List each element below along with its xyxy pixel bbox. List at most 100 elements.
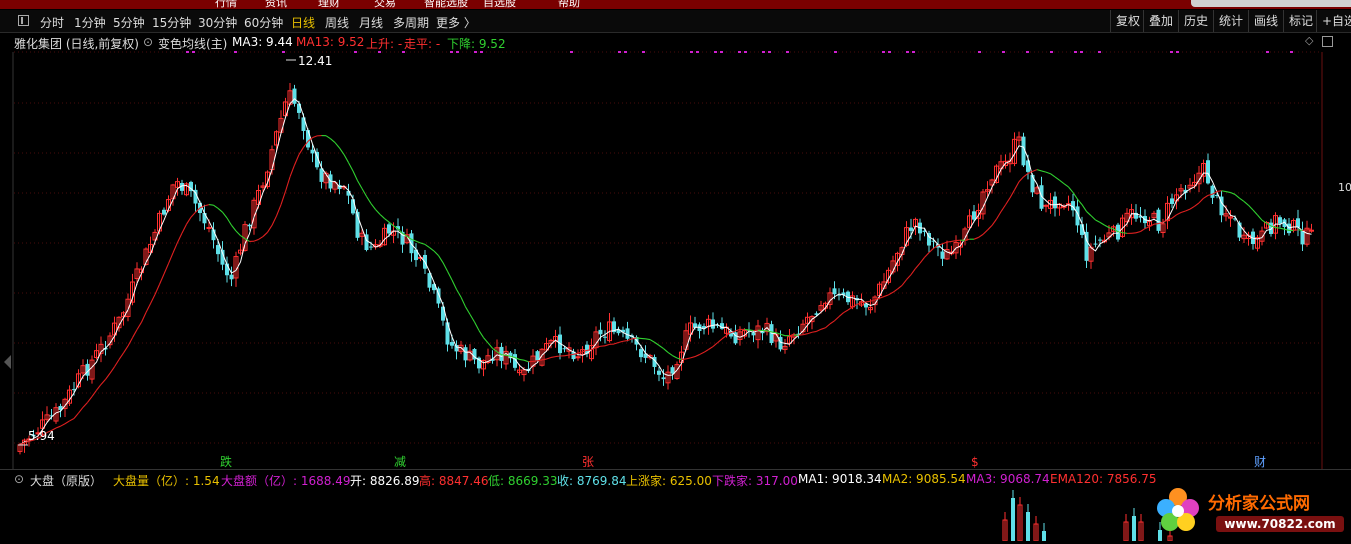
ma13-segment — [74, 413, 79, 418]
ma13-segment — [673, 356, 678, 358]
ma13-segment — [1096, 220, 1101, 222]
event-marker[interactable]: 跌 — [220, 454, 232, 469]
index-ema120: EMA120: 7856.75 — [1050, 472, 1157, 486]
ma13-segment — [790, 335, 795, 336]
collapse-icon[interactable]: ⊙ — [14, 472, 24, 486]
ma13-segment — [83, 402, 88, 407]
ma13-segment — [232, 225, 237, 231]
ma13-segment — [997, 212, 1002, 219]
ma13-segment — [290, 165, 295, 177]
signal-dot — [1290, 51, 1293, 53]
ma13-segment — [1226, 192, 1231, 193]
ma13-segment — [470, 314, 475, 322]
signal-dot — [282, 51, 285, 53]
ma13-segment — [646, 339, 651, 340]
high-price-label: 12.41 — [298, 54, 332, 68]
signal-dot — [1026, 51, 1029, 53]
candle-body — [297, 104, 301, 113]
candle-body — [662, 377, 666, 379]
ma13-segment — [1258, 215, 1263, 220]
signal-dot — [480, 51, 483, 53]
candle-body — [1206, 160, 1210, 183]
candle-body — [1170, 198, 1174, 204]
ma13-segment — [1244, 201, 1249, 205]
ma13-segment — [119, 353, 124, 360]
ma13-segment — [623, 341, 628, 342]
ma13-segment — [803, 334, 808, 335]
candle-body — [1157, 210, 1161, 231]
ma13-segment — [236, 231, 241, 236]
event-marker[interactable]: 财 — [1254, 455, 1266, 469]
ma3-line — [20, 99, 1312, 445]
event-marker[interactable]: 减 — [394, 455, 406, 469]
ma13-segment — [893, 289, 898, 292]
ma13-segment — [1064, 184, 1069, 187]
ma13-segment — [911, 268, 916, 274]
event-marker[interactable]: $ — [971, 455, 979, 469]
signal-dot — [378, 51, 381, 53]
ma13-segment — [826, 324, 831, 328]
ma13-segment — [772, 332, 777, 333]
ma13-segment — [313, 136, 318, 138]
ma13-segment — [1303, 230, 1308, 231]
signal-dot — [888, 51, 891, 53]
candlestick-chart[interactable]: 12.415.9410跌减张$财 — [0, 0, 1351, 541]
ma13-segment — [1186, 209, 1191, 211]
ma13-segment — [677, 358, 682, 360]
ma13-segment — [974, 237, 979, 239]
scroll-left-icon — [4, 355, 11, 369]
ma13-segment — [551, 357, 556, 358]
ma13-segment — [1204, 195, 1209, 198]
candle-body — [320, 168, 324, 181]
ma13-segment — [745, 329, 750, 330]
ma13-segment — [1123, 233, 1128, 234]
pane-divider[interactable] — [0, 469, 1351, 470]
ma13-segment — [187, 217, 192, 224]
ma13-segment — [880, 297, 885, 299]
ma13-segment — [1249, 205, 1254, 210]
ma13-segment — [979, 234, 984, 237]
signal-dot — [738, 51, 741, 53]
ma13-segment — [1141, 229, 1146, 232]
ma13-segment — [1037, 170, 1042, 171]
ma13-segment — [781, 334, 786, 335]
ma13-segment — [376, 210, 381, 215]
ma13-segment — [817, 329, 822, 331]
ma13-segment — [1091, 216, 1096, 220]
ma13-segment — [637, 338, 642, 339]
ma13-segment — [1145, 227, 1150, 229]
signal-dot — [978, 51, 981, 53]
ma13-segment — [1298, 230, 1303, 231]
signal-dot — [234, 51, 237, 53]
ma13-segment — [749, 330, 754, 331]
ma13-segment — [326, 136, 331, 139]
candle-body — [248, 225, 252, 227]
ma13-segment — [916, 263, 921, 268]
ma13-segment — [1199, 198, 1204, 203]
ma13-segment — [268, 225, 273, 232]
ma13-segment — [281, 191, 286, 204]
ma13-segment — [866, 301, 871, 302]
ma13-segment — [344, 155, 349, 163]
ma13-segment — [1010, 190, 1015, 198]
event-marker[interactable]: 张 — [582, 455, 594, 469]
candle-body — [941, 251, 945, 258]
ma13-segment — [286, 177, 291, 191]
ma13-segment — [1253, 210, 1258, 215]
ma13-segment — [443, 263, 448, 272]
signal-dot — [570, 51, 573, 53]
signal-dot — [1170, 51, 1173, 53]
signal-dot — [1098, 51, 1101, 53]
signal-dot — [696, 51, 699, 53]
ma13-segment — [182, 224, 187, 233]
ma13-segment — [1078, 199, 1083, 204]
ma13-segment — [452, 280, 457, 289]
index-name[interactable]: 大盘（原版） — [30, 472, 102, 489]
candle-body — [711, 319, 715, 328]
watermark-logo: 分析家公式网 www.70822.com — [1150, 483, 1351, 541]
ma13-segment — [1181, 211, 1186, 213]
index-high: 高: 8847.46 — [419, 472, 488, 489]
ma13-segment — [61, 424, 66, 426]
ma13-segment — [1105, 225, 1110, 227]
index-candle-body — [1026, 512, 1030, 541]
